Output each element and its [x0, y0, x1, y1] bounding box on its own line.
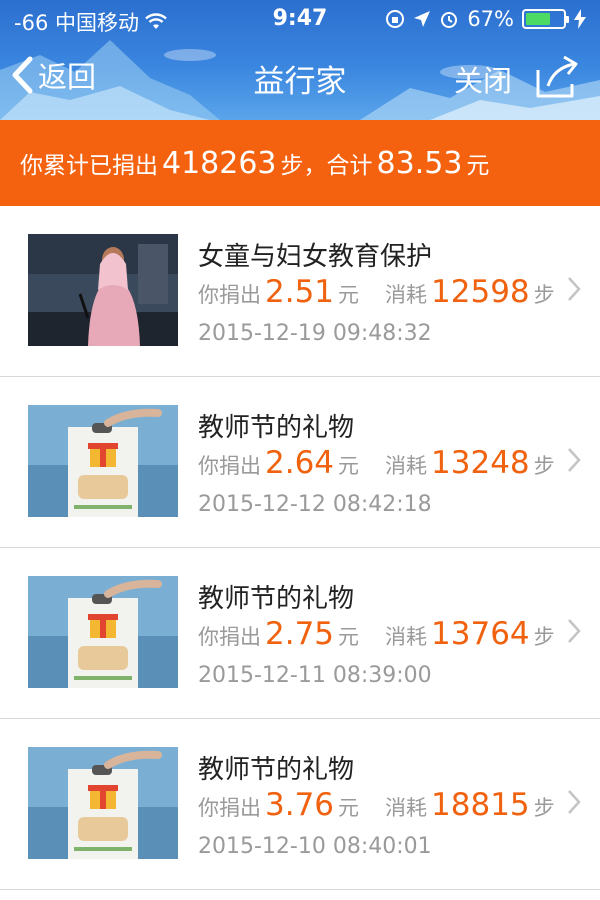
donation-date: 2015-12-10 08:40:01 [198, 834, 432, 859]
project-name: 教师节的礼物 [198, 755, 355, 785]
steps-unit: 步 [533, 454, 555, 478]
share-icon[interactable] [532, 54, 582, 102]
donation-stats: 你捐出 2.75 元 消耗 13764 步 [198, 616, 555, 652]
donation-date: 2015-12-19 09:48:32 [198, 321, 432, 346]
chevron-right-icon [568, 619, 581, 643]
gift-box-photo [28, 576, 178, 688]
charging-bolt-icon [574, 9, 586, 29]
chevron-right-icon [568, 448, 581, 472]
donate-amount: 2.51 [265, 274, 335, 310]
gift-box-photo [28, 405, 178, 517]
amount-unit: 元 [338, 283, 360, 307]
donate-amount: 3.76 [265, 787, 335, 823]
steps-count: 13248 [431, 445, 530, 481]
steps-unit: 步 [533, 283, 555, 307]
list-item[interactable]: 教师节的礼物 你捐出 2.75 元 消耗 13764 步 2015-12-11 … [0, 548, 600, 719]
amount-unit: 元 [338, 454, 360, 478]
steps-count: 12598 [431, 274, 530, 310]
app-header: -66 中国移动 9:47 67% 返回 益行家 关闭 [0, 0, 600, 120]
steps-unit: 步 [533, 796, 555, 820]
list-item[interactable]: 教师节的礼物 你捐出 3.76 元 消耗 18815 步 2015-12-10 … [0, 719, 600, 890]
consume-label: 消耗 [385, 283, 428, 307]
steps-count: 13764 [431, 616, 530, 652]
summary-amount-unit: 元 [466, 153, 490, 179]
donate-label: 你捐出 [198, 796, 261, 820]
donation-list: 女童与妇女教育保护 你捐出 2.51 元 消耗 12598 步 2015-12-… [0, 206, 600, 890]
list-item[interactable]: 教师节的礼物 你捐出 2.64 元 消耗 13248 步 2015-12-12 … [0, 377, 600, 548]
battery-percent: 67% [467, 7, 514, 31]
consume-label: 消耗 [385, 454, 428, 478]
donation-stats: 你捐出 3.76 元 消耗 18815 步 [198, 787, 555, 823]
summary-total-label: 合计 [326, 153, 373, 179]
list-item[interactable]: 女童与妇女教育保护 你捐出 2.51 元 消耗 12598 步 2015-12-… [0, 206, 600, 377]
steps-count: 18815 [431, 787, 530, 823]
chevron-right-icon [568, 790, 581, 814]
status-right: 67% [385, 7, 586, 31]
donation-summary: 你累计已捐出 418263 步， 合计 83.53 元 [0, 120, 600, 206]
alarm-icon [441, 12, 458, 28]
close-button[interactable]: 关闭 [454, 58, 512, 100]
nav-bar: 返回 益行家 关闭 [0, 40, 600, 120]
summary-prefix: 你累计已捐出 [20, 153, 158, 179]
consume-label: 消耗 [385, 796, 428, 820]
donate-label: 你捐出 [198, 454, 261, 478]
donate-amount: 2.64 [265, 445, 335, 481]
rotation-lock-icon [386, 10, 405, 28]
donate-label: 你捐出 [198, 625, 261, 649]
battery-fill [526, 13, 550, 25]
battery-icon [522, 9, 569, 29]
donate-label: 你捐出 [198, 283, 261, 307]
summary-amount: 83.53 [376, 145, 463, 181]
chevron-right-icon [568, 277, 581, 301]
donation-stats: 你捐出 2.51 元 消耗 12598 步 [198, 274, 555, 310]
gift-box-photo [28, 747, 178, 859]
summary-steps: 418263 [162, 145, 277, 181]
location-arrow-icon [414, 11, 431, 27]
donation-stats: 你捐出 2.64 元 消耗 13248 步 [198, 445, 555, 481]
donation-date: 2015-12-11 08:39:00 [198, 663, 432, 688]
donate-amount: 2.75 [265, 616, 335, 652]
steps-unit: 步 [533, 625, 555, 649]
consume-label: 消耗 [385, 625, 428, 649]
project-name: 教师节的礼物 [198, 413, 355, 443]
donation-date: 2015-12-12 08:42:18 [198, 492, 432, 517]
amount-unit: 元 [338, 796, 360, 820]
project-name: 女童与妇女教育保护 [198, 242, 433, 272]
summary-steps-unit: 步， [280, 153, 327, 179]
amount-unit: 元 [338, 625, 360, 649]
speaker-photo [28, 234, 178, 346]
project-name: 教师节的礼物 [198, 584, 355, 614]
status-bar: -66 中国移动 9:47 67% [0, 0, 600, 38]
